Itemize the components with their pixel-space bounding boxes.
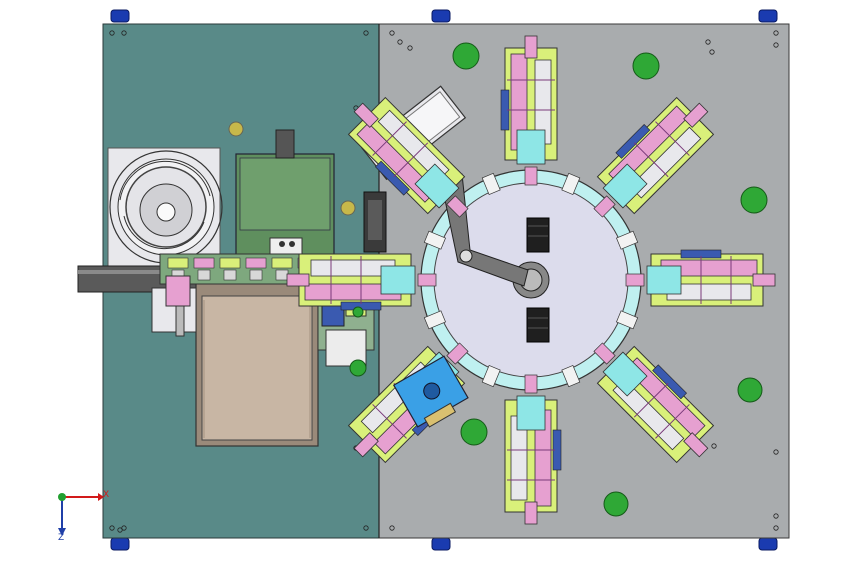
green-marker-7 [352, 306, 364, 318]
rail-block-4 [271, 257, 293, 269]
cad-viewport[interactable]: X Z [0, 0, 867, 562]
station-0 [500, 35, 558, 165]
fixture-8 [417, 273, 437, 287]
rail-clamp-2 [223, 269, 237, 281]
station-4 [504, 395, 562, 525]
fixture-12 [524, 166, 538, 186]
axis-triad [58, 493, 104, 536]
green-marker-4 [460, 418, 488, 446]
assembly-drawing [58, 9, 790, 551]
foot-0 [110, 9, 130, 23]
foot-4 [431, 537, 451, 551]
green-marker-5 [603, 491, 629, 517]
green-marker-2 [740, 186, 768, 214]
rail-clamp-1 [197, 269, 211, 281]
rail-block-2 [219, 257, 241, 269]
rail-block-0 [167, 257, 189, 269]
fixture-0 [625, 273, 645, 287]
station-2 [646, 249, 776, 307]
foot-5 [758, 537, 778, 551]
vibratory-bowl-feeder [107, 147, 223, 267]
station-6 [286, 253, 416, 311]
fixture-4 [524, 374, 538, 394]
rail-clamp-4 [275, 269, 289, 281]
foot-1 [431, 9, 451, 23]
x-axis-label: X [103, 490, 110, 500]
material-tray [195, 281, 319, 447]
z-axis-label: Z [58, 533, 65, 543]
rail-block-1 [193, 257, 215, 269]
green-marker-6 [349, 359, 367, 377]
green-marker-1 [632, 52, 660, 80]
rail-block-3 [245, 257, 267, 269]
foot-2 [758, 9, 778, 23]
green-marker-3 [737, 377, 763, 403]
rail-clamp-3 [249, 269, 263, 281]
green-marker-0 [452, 42, 480, 70]
foot-3 [110, 537, 130, 551]
